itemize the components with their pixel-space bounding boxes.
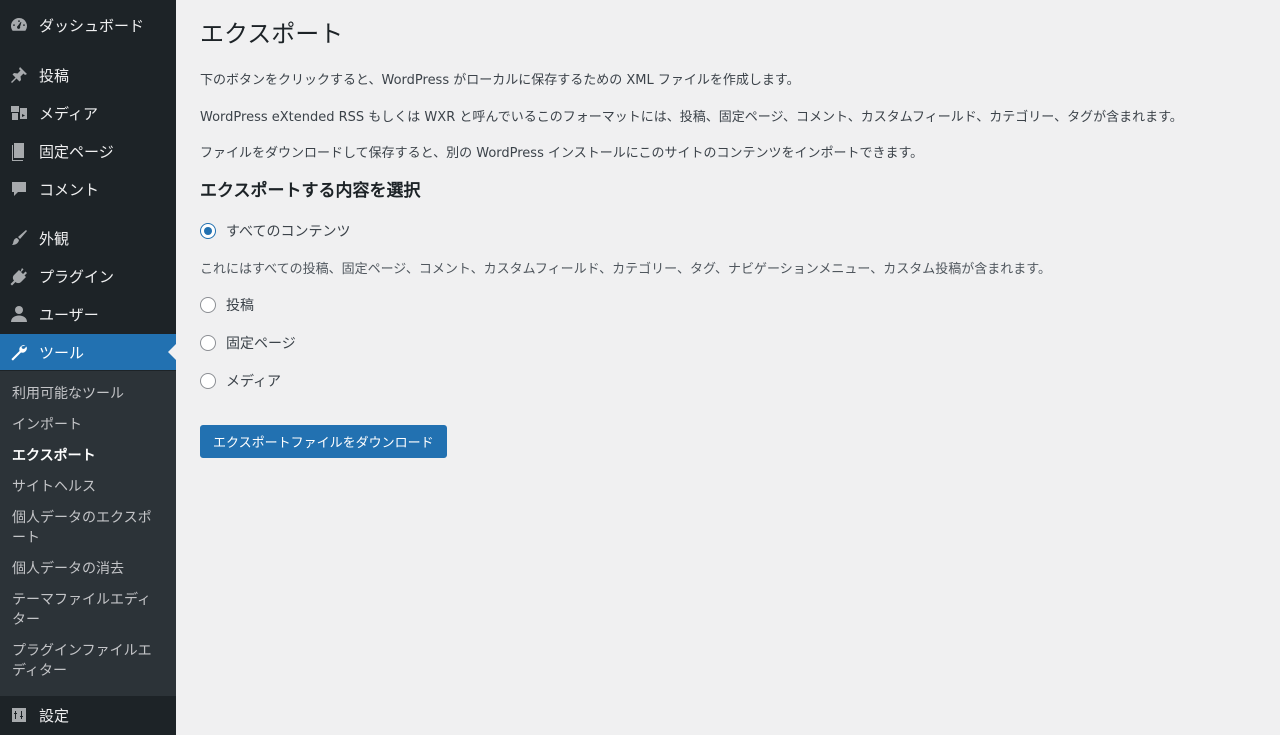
admin-sidebar: ダッシュボード 投稿 メディア 固定ページ コメント 外観 プラグイン ユーザー… <box>0 0 176 735</box>
sidebar-item-media[interactable]: メディア <box>0 95 176 131</box>
option-label: 固定ページ <box>226 336 296 352</box>
option-media[interactable]: メディア <box>200 371 281 391</box>
paintbrush-icon <box>9 228 29 248</box>
submenu-item-import[interactable]: インポート <box>12 415 162 435</box>
submenu-item-erase-personal-data[interactable]: 個人データの消去 <box>12 559 162 579</box>
intro-paragraph: 下のボタンをクリックすると、WordPress がローカルに保存するための XM… <box>200 73 800 88</box>
wrench-icon <box>9 342 29 362</box>
sidebar-item-posts[interactable]: 投稿 <box>0 57 176 93</box>
intro-paragraph: WordPress eXtended RSS もしくは WXR と呼んでいるこの… <box>200 110 1183 125</box>
plugin-icon <box>9 266 29 286</box>
radio-button[interactable] <box>200 223 216 239</box>
media-icon <box>9 103 29 123</box>
sidebar-item-label: 固定ページ <box>39 142 114 161</box>
submenu-item-export[interactable]: エクスポート <box>12 446 162 466</box>
radio-button[interactable] <box>200 335 216 351</box>
submenu-item-theme-file-editor[interactable]: テーマファイルエディター <box>12 590 162 630</box>
option-posts[interactable]: 投稿 <box>200 295 254 315</box>
option-all-content[interactable]: すべてのコンテンツ <box>200 221 350 241</box>
sidebar-item-label: メディア <box>39 104 98 123</box>
sidebar-item-label: ユーザー <box>39 305 99 324</box>
sidebar-item-tools[interactable]: ツール <box>0 334 176 370</box>
sidebar-item-comments[interactable]: コメント <box>0 171 176 207</box>
sidebar-item-plugins[interactable]: プラグイン <box>0 258 176 294</box>
sidebar-item-label: 設定 <box>39 706 70 725</box>
comment-icon <box>9 179 29 199</box>
main-content: エクスポート 下のボタンをクリックすると、WordPress がローカルに保存す… <box>176 0 1280 735</box>
tools-submenu: 利用可能なツール インポート エクスポート サイトヘルス 個人データのエクスポー… <box>0 371 176 696</box>
radio-button[interactable] <box>200 297 216 313</box>
sidebar-item-label: コメント <box>39 180 100 199</box>
intro-paragraph: ファイルをダウンロードして保存すると、別の WordPress インストールにこ… <box>200 146 924 161</box>
user-icon <box>9 304 29 324</box>
dashboard-icon <box>9 15 29 35</box>
option-label: すべてのコンテンツ <box>226 224 351 240</box>
submenu-item-plugin-file-editor[interactable]: プラグインファイルエディター <box>12 641 162 681</box>
sidebar-item-settings[interactable]: 設定 <box>0 697 176 733</box>
section-title: エクスポートする内容を選択 <box>200 181 421 201</box>
option-label: メディア <box>226 374 282 390</box>
page-title: エクスポート <box>200 20 344 48</box>
submenu-item-available-tools[interactable]: 利用可能なツール <box>12 384 162 404</box>
sidebar-item-users[interactable]: ユーザー <box>0 296 176 332</box>
submenu-item-site-health[interactable]: サイトヘルス <box>12 477 162 497</box>
option-pages[interactable]: 固定ページ <box>200 333 296 353</box>
submenu-item-export-personal-data[interactable]: 個人データのエクスポート <box>12 508 162 548</box>
pin-icon <box>9 65 29 85</box>
all-content-description: これにはすべての投稿、固定ページ、コメント、カスタムフィールド、カテゴリー、タグ… <box>200 262 1051 277</box>
sidebar-item-label: ダッシュボード <box>39 16 145 35</box>
sidebar-item-label: プラグイン <box>39 267 115 286</box>
page-icon <box>9 141 29 161</box>
option-label: 投稿 <box>226 298 254 314</box>
sidebar-item-pages[interactable]: 固定ページ <box>0 133 176 169</box>
sidebar-item-appearance[interactable]: 外観 <box>0 220 176 256</box>
sidebar-item-dashboard[interactable]: ダッシュボード <box>0 7 176 43</box>
sidebar-item-label: 外観 <box>39 229 70 248</box>
settings-icon <box>9 705 29 725</box>
radio-button[interactable] <box>200 373 216 389</box>
sidebar-item-label: ツール <box>39 343 85 362</box>
download-export-file-button[interactable]: エクスポートファイルをダウンロード <box>200 425 447 458</box>
sidebar-item-label: 投稿 <box>39 66 70 85</box>
